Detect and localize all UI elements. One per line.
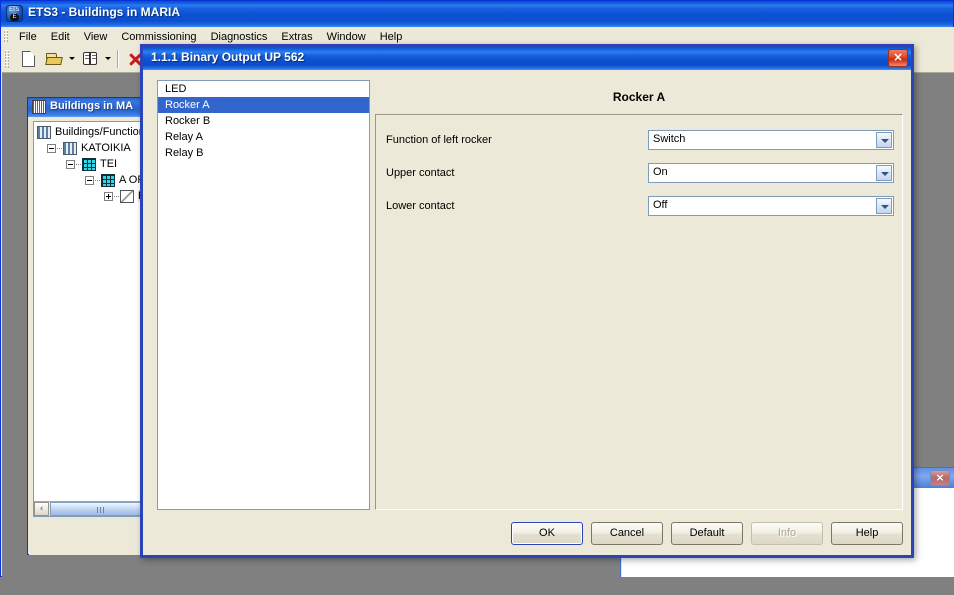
- ok-button[interactable]: OK: [511, 522, 583, 545]
- menu-item-file[interactable]: File: [12, 29, 44, 45]
- application-title: ETS3 - Buildings in MARIA: [28, 5, 180, 19]
- parameter-dialog: 1.1.1 Binary Output UP 562 × LED Rocker …: [140, 44, 914, 558]
- application-titlebar: ETS E ETS3 - Buildings in MARIA: [1, 1, 953, 27]
- open-folder-icon: [45, 53, 63, 65]
- scroll-thumb[interactable]: [50, 502, 150, 516]
- field-upper-contact: Upper contact On: [376, 163, 902, 185]
- scroll-left-button[interactable]: ‹: [34, 502, 49, 516]
- screen: ETS E ETS3 - Buildings in MARIA File Edi…: [0, 0, 954, 595]
- list-item-led[interactable]: LED: [158, 81, 369, 97]
- menu-item-view[interactable]: View: [77, 29, 115, 45]
- parameter-page-list[interactable]: LED Rocker A Rocker B Relay A Relay B: [157, 80, 370, 510]
- field-label-function-of-left-rocker: Function of left rocker: [386, 134, 492, 146]
- menu-item-extras[interactable]: Extras: [274, 29, 319, 45]
- buildings-child-title: Buildings in MA: [50, 100, 134, 112]
- new-document-button[interactable]: [18, 49, 40, 70]
- parameter-page-title: Rocker A: [612, 90, 666, 104]
- list-item-relay-a[interactable]: Relay A: [158, 129, 369, 145]
- product-database-button[interactable]: [80, 49, 102, 70]
- menu-item-commissioning[interactable]: Commissioning: [114, 29, 203, 45]
- tree-collapse-icon[interactable]: [47, 144, 56, 153]
- toolbar-grip-handle[interactable]: [5, 50, 9, 68]
- parameter-group-box: Function of left rocker Switch Upper con…: [375, 114, 903, 510]
- combo-value-function-of-left-rocker: Switch: [653, 133, 686, 145]
- book-icon: [83, 52, 99, 66]
- menu-item-window[interactable]: Window: [320, 29, 373, 45]
- list-item-rocker-a[interactable]: Rocker A: [158, 97, 369, 113]
- grid-icon: [101, 174, 115, 187]
- chevron-down-icon[interactable]: [876, 198, 892, 214]
- ets-app-icon: ETS E: [6, 5, 23, 22]
- building-icon: [37, 126, 51, 139]
- list-item-rocker-b[interactable]: Rocker B: [158, 113, 369, 129]
- help-button[interactable]: Help: [831, 522, 903, 545]
- device-icon: [120, 190, 134, 203]
- toolbar-separator: [117, 50, 119, 68]
- open-project-button[interactable]: [44, 49, 66, 70]
- field-lower-contact: Lower contact Off: [376, 196, 902, 218]
- dialog-title: 1.1.1 Binary Output UP 562: [151, 50, 305, 64]
- combo-function-of-left-rocker[interactable]: Switch: [648, 130, 894, 150]
- buildings-window-icon: [32, 100, 46, 114]
- menu-items: File Edit View Commissioning Diagnostics…: [12, 29, 409, 45]
- dialog-button-bar: OK Cancel Default Info Help: [143, 522, 911, 545]
- building-icon: [63, 142, 77, 155]
- dialog-close-button[interactable]: ×: [888, 49, 908, 67]
- open-project-dropdown-icon[interactable]: [69, 57, 75, 60]
- product-database-dropdown-icon[interactable]: [105, 57, 111, 60]
- menu-item-diagnostics[interactable]: Diagnostics: [204, 29, 275, 45]
- parameter-panel: Rocker A Function of left rocker Switch …: [375, 80, 903, 510]
- field-label-upper-contact: Upper contact: [386, 167, 455, 179]
- tree-node-label: KATOIKIA: [81, 142, 131, 154]
- tree-node-label: Buildings/Functions: [55, 126, 151, 138]
- ets-app-icon-text-top: ETS: [9, 6, 19, 13]
- tree-expand-icon[interactable]: [104, 192, 113, 201]
- new-document-icon: [22, 51, 35, 67]
- field-label-lower-contact: Lower contact: [386, 200, 455, 212]
- combo-value-upper-contact: On: [653, 166, 668, 178]
- menu-grip-handle[interactable]: [4, 30, 8, 42]
- combo-value-lower-contact: Off: [653, 199, 668, 211]
- tree-collapse-icon[interactable]: [66, 160, 75, 169]
- chevron-down-icon[interactable]: [876, 132, 892, 148]
- menu-bar: File Edit View Commissioning Diagnostics…: [2, 27, 954, 45]
- ets-app-icon-text-bottom: E: [10, 13, 19, 21]
- combo-upper-contact[interactable]: On: [648, 163, 894, 183]
- menu-item-edit[interactable]: Edit: [44, 29, 77, 45]
- dialog-titlebar: 1.1.1 Binary Output UP 562 ×: [143, 47, 911, 70]
- grid-icon: [82, 158, 96, 171]
- tree-collapse-icon[interactable]: [85, 176, 94, 185]
- secondary-close-button[interactable]: ×: [930, 470, 950, 486]
- cancel-button[interactable]: Cancel: [591, 522, 663, 545]
- info-button: Info: [751, 522, 823, 545]
- chevron-down-icon[interactable]: [876, 165, 892, 181]
- tree-node-label: TEI: [100, 158, 118, 170]
- list-item-relay-b[interactable]: Relay B: [158, 145, 369, 161]
- menu-item-help[interactable]: Help: [373, 29, 410, 45]
- default-button[interactable]: Default: [671, 522, 743, 545]
- field-function-of-left-rocker: Function of left rocker Switch: [376, 130, 902, 152]
- combo-lower-contact[interactable]: Off: [648, 196, 894, 216]
